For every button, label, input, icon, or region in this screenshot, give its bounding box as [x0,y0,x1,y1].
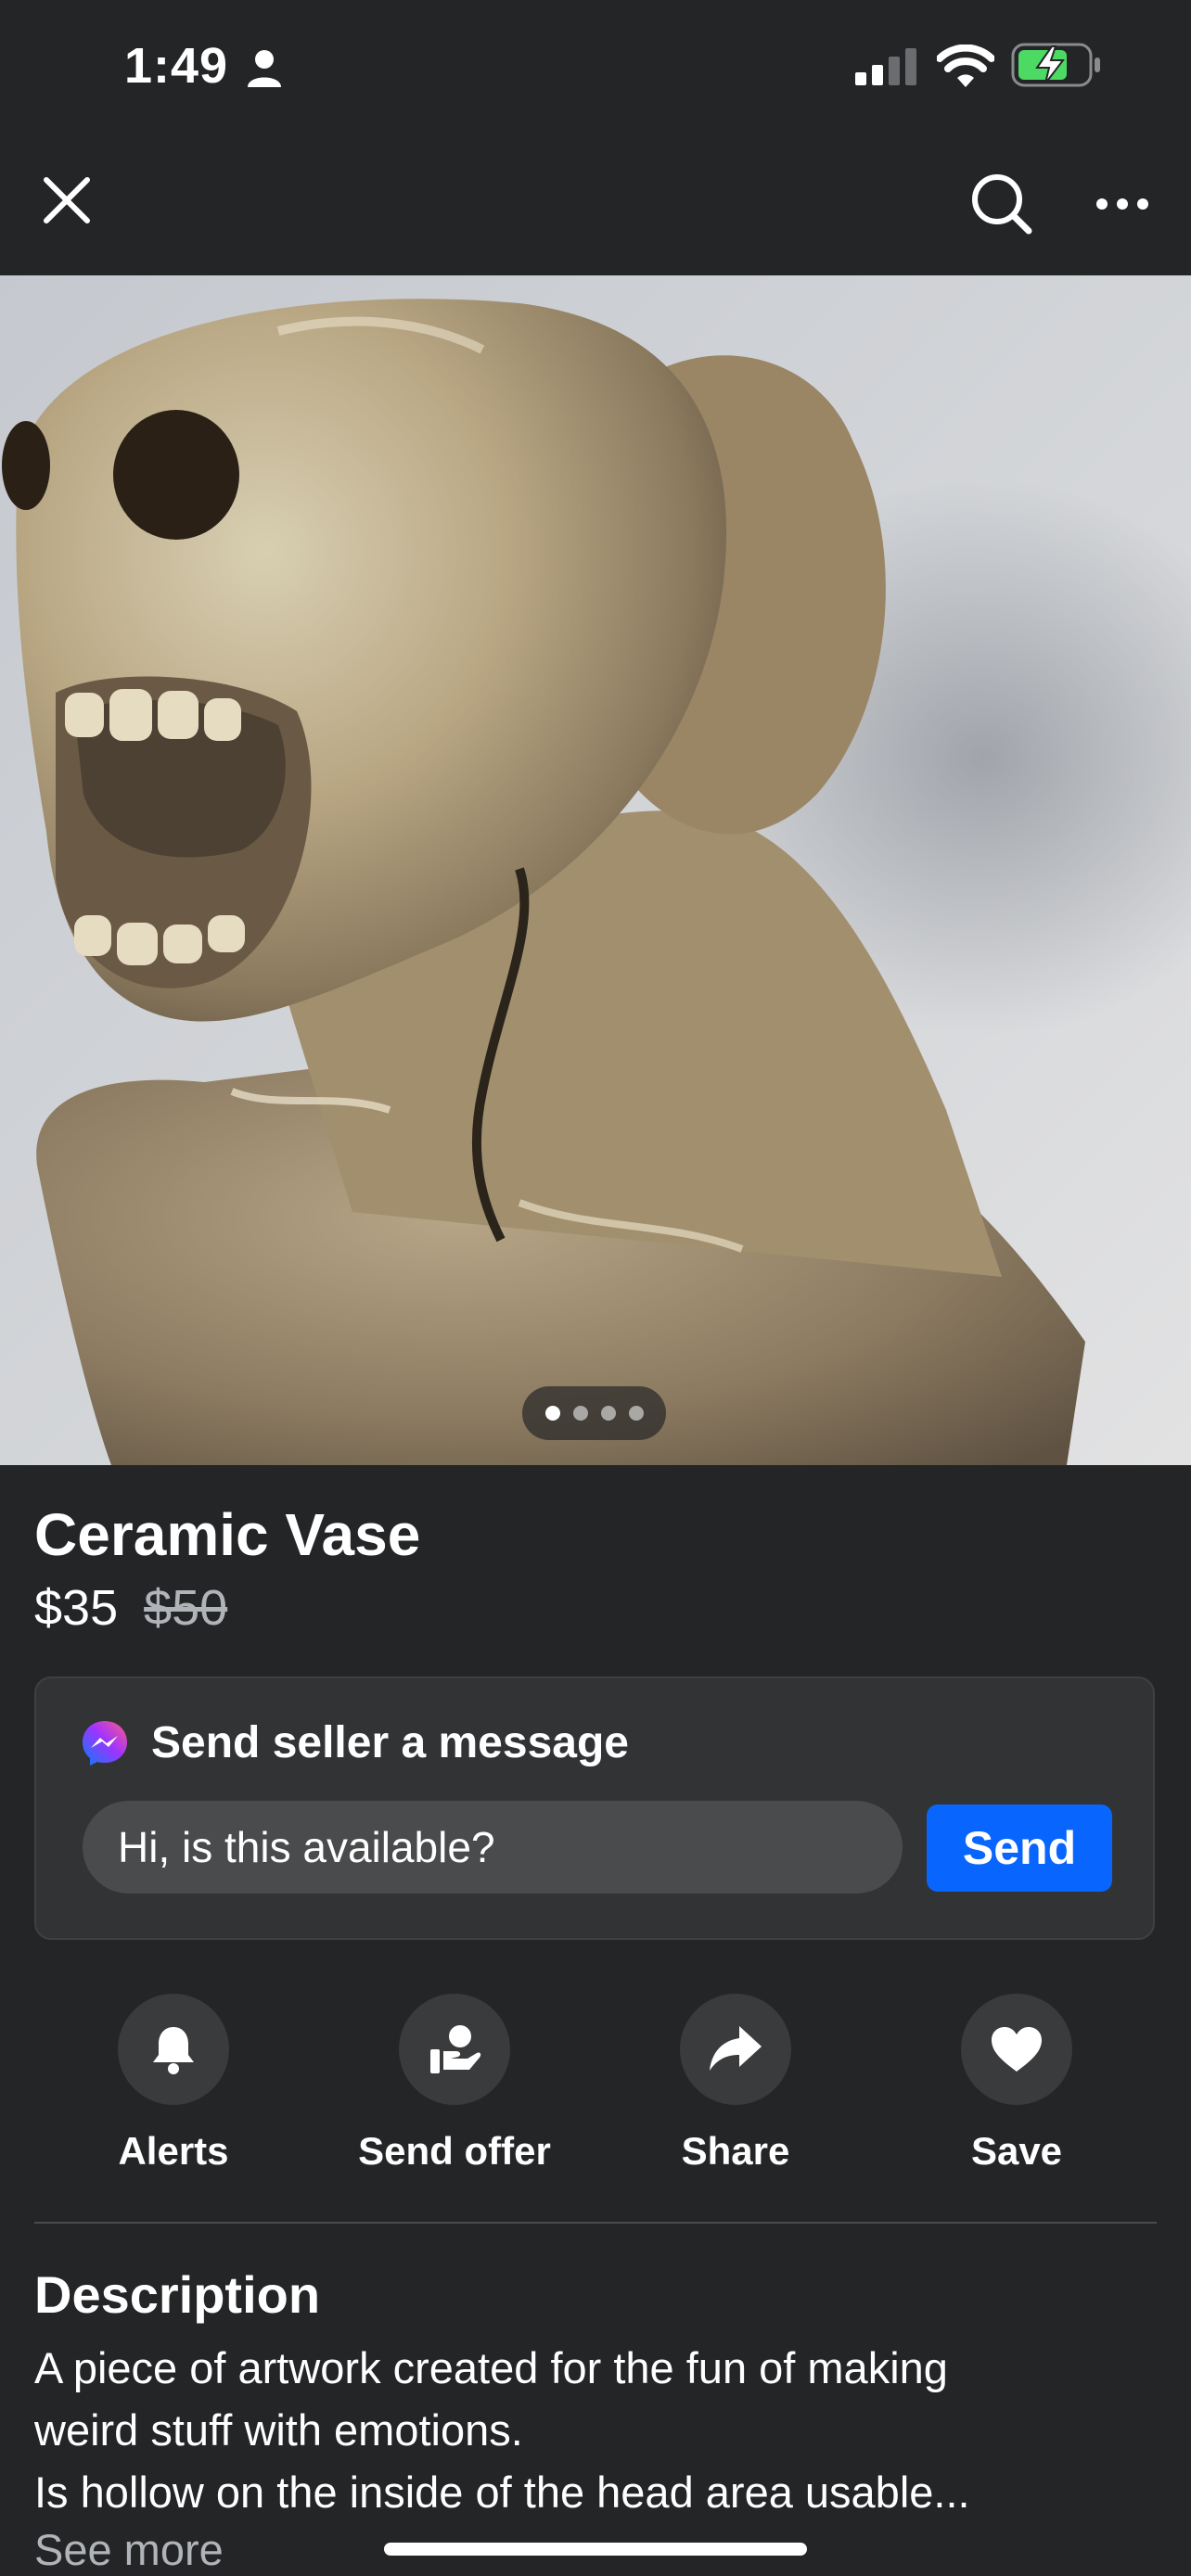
send-offer-button[interactable]: Send offer [315,1994,594,2174]
original-price: $50 [144,1580,228,1636]
page-dot [600,1406,616,1421]
search-icon [972,174,1032,235]
alerts-circle [118,1994,229,2105]
search-button[interactable] [965,167,1039,241]
description-line: Is hollow on the inside of the head area… [34,2468,970,2517]
status-time: 1:49 [124,38,229,94]
person-icon [246,48,283,94]
offer-hand-icon [430,2025,481,2073]
close-button[interactable] [33,167,100,234]
ceramic-skull-image [0,275,1191,1465]
more-options-button[interactable] [1085,167,1159,241]
message-seller-card: Send seller a message Send [34,1677,1155,1940]
see-more-link[interactable]: See more [34,2524,224,2575]
page-dot [628,1406,644,1421]
close-icon [44,177,90,223]
page-dot [572,1406,588,1421]
save-button[interactable]: Save [877,1994,1156,2174]
section-divider [34,2222,1157,2224]
price-row: $35 $50 [34,1579,227,1637]
save-circle [961,1994,1072,2105]
message-input[interactable] [83,1801,903,1894]
description-text: A piece of artwork created for the fun o… [34,2337,1157,2523]
top-nav [0,139,1191,275]
share-arrow-icon [710,2026,762,2071]
listing-photo[interactable] [0,275,1191,1465]
description-line: weird stuff with emotions. [34,2405,523,2455]
share-button[interactable]: Share [596,1994,875,2174]
alerts-label: Alerts [118,2129,229,2173]
home-indicator[interactable] [384,2543,807,2556]
bell-icon [153,2027,194,2074]
message-header: Send seller a message [81,1717,629,1768]
wifi-icon [936,44,995,92]
send-button[interactable]: Send [927,1804,1112,1892]
action-bar: Alerts Send offer Share Save [0,1994,1191,2179]
share-circle [680,1994,791,2105]
current-price: $35 [34,1580,119,1636]
save-label: Save [970,2129,1063,2173]
battery-charging-icon [1011,43,1102,92]
cellular-signal-icon [855,48,918,90]
send-offer-circle [399,1994,510,2105]
description-heading: Description [34,2265,321,2324]
share-label: Share [681,2129,790,2173]
page-dot-active [544,1406,560,1421]
message-title: Send seller a message [151,1718,629,1767]
send-offer-label: Send offer [358,2129,551,2173]
status-bar: 1:49 [0,0,1191,139]
more-icon [1096,198,1148,210]
alerts-button[interactable]: Alerts [34,1994,313,2174]
description-line: A piece of artwork created for the fun o… [34,2343,948,2392]
photo-pagination [522,1386,666,1440]
listing-title: Ceramic Vase [34,1501,421,1568]
heart-icon [992,2027,1042,2072]
messenger-icon [83,1720,127,1766]
